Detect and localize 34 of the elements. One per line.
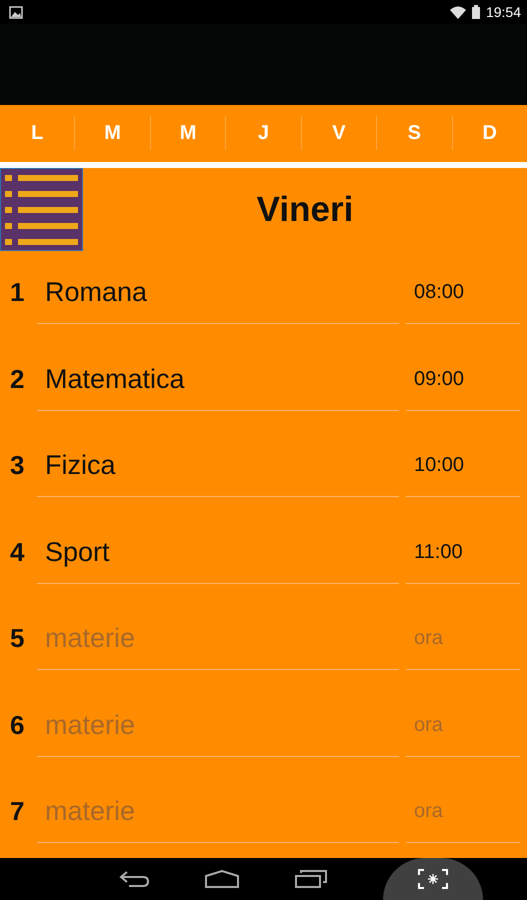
row-number: 6 (9, 708, 26, 742)
subject-field[interactable]: materie (37, 793, 399, 844)
subject-field[interactable]: materie (37, 620, 399, 670)
picture-notification-icon (9, 6, 23, 18)
time-field[interactable]: ora (406, 706, 520, 757)
time-field[interactable]: 11:00 (406, 534, 520, 584)
row-number: 7 (9, 795, 26, 828)
home-icon (204, 870, 238, 888)
row-number: 2 (9, 362, 26, 396)
time-field[interactable]: 10:00 (406, 447, 520, 498)
row-number: 5 (9, 622, 26, 656)
recent-apps-button[interactable] (294, 870, 326, 888)
row-number: 1 (9, 276, 26, 309)
recent-apps-icon (294, 870, 326, 888)
subject-field[interactable]: Matematica (37, 360, 399, 411)
time-field[interactable]: ora (406, 620, 520, 670)
status-time: 19:54 (486, 4, 521, 20)
wifi-icon (450, 6, 466, 18)
time-field[interactable]: 09:00 (406, 360, 520, 411)
time-field[interactable]: 08:00 (406, 274, 520, 324)
subject-field[interactable]: materie (37, 706, 399, 757)
subject-field[interactable]: Romana (37, 274, 399, 324)
subject-field[interactable]: Sport (37, 534, 399, 584)
day-title: Vineri (256, 190, 354, 230)
row-number: 4 (9, 536, 26, 569)
back-button[interactable] (118, 870, 148, 888)
battery-icon (472, 5, 480, 19)
subject-field[interactable]: Fizica (37, 447, 399, 498)
list-icon[interactable] (0, 168, 83, 252)
back-icon (118, 870, 148, 888)
screenshot-icon (418, 869, 448, 890)
home-button[interactable] (204, 870, 238, 888)
row-number: 3 (9, 449, 26, 482)
time-field[interactable]: ora (406, 793, 520, 844)
